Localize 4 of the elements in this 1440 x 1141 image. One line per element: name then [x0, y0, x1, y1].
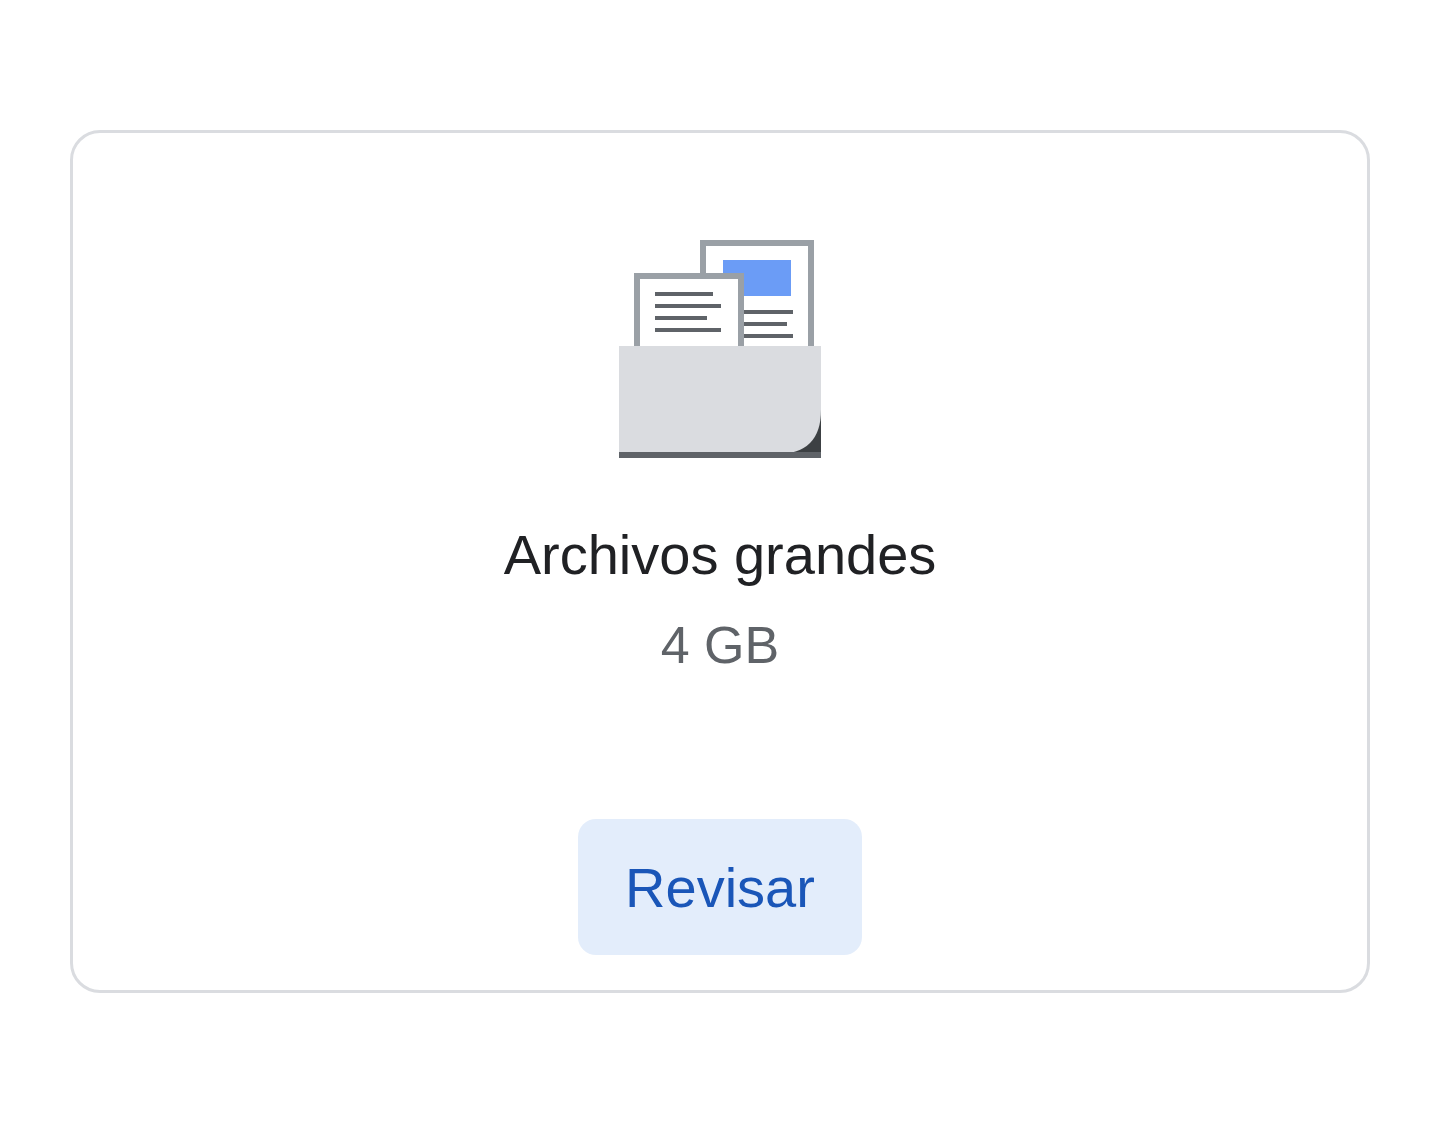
card-title: Archivos grandes	[503, 522, 937, 588]
size-label: 4 GB	[660, 615, 780, 676]
folder-with-documents-icon	[617, 240, 823, 460]
review-button[interactable]: Revisar	[578, 819, 862, 955]
